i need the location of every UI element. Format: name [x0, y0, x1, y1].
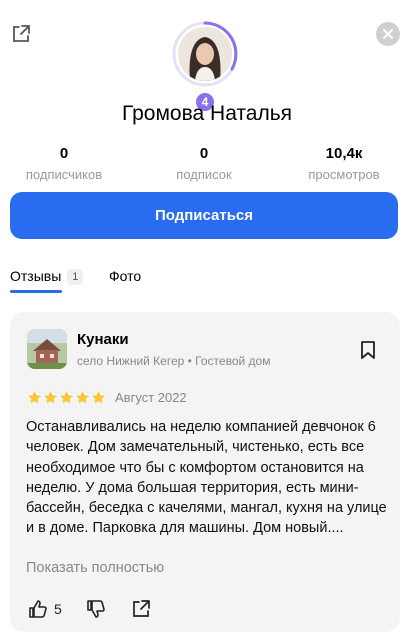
like-button[interactable]: 5	[28, 598, 62, 620]
tab-count-badge: 1	[67, 269, 84, 286]
avatar[interactable]: 4	[172, 21, 238, 113]
tab-label: Отзывы	[10, 268, 62, 284]
review-card: Кунаки село Нижний Кегер • Гостевой дом …	[10, 312, 400, 632]
place-name[interactable]: Кунаки	[77, 331, 129, 348]
like-count: 5	[54, 601, 62, 617]
show-more-link[interactable]: Показать полностью	[26, 560, 164, 576]
stat-label: просмотров	[308, 167, 380, 182]
review-actions: 5	[28, 598, 228, 620]
place-meta: село Нижний Кегер • Гостевой дом	[77, 354, 271, 368]
external-link-icon[interactable]	[10, 23, 32, 45]
avatar-photo	[178, 27, 232, 81]
tab-photos[interactable]: Фото	[109, 266, 141, 286]
review-text: Останавливались на неделю компанией девч…	[26, 419, 387, 537]
close-button[interactable]	[376, 22, 400, 46]
share-button[interactable]	[131, 598, 151, 620]
rating-stars	[27, 390, 106, 405]
close-icon	[383, 29, 393, 39]
stat-label: подписок	[176, 167, 232, 182]
active-tab-indicator	[10, 290, 62, 293]
star-icon	[60, 391, 73, 404]
thumbs-down-icon	[87, 600, 105, 618]
star-icon	[44, 391, 57, 404]
thumbs-up-icon	[29, 600, 47, 618]
star-icon	[92, 391, 105, 404]
tab-reviews[interactable]: Отзывы 1	[10, 266, 84, 286]
review-date: Август 2022	[115, 390, 187, 405]
tabs: Отзывы 1 Фото	[10, 266, 404, 296]
star-icon	[76, 391, 89, 404]
stat-label: подписчиков	[25, 167, 103, 182]
dislike-button[interactable]	[86, 598, 106, 620]
stat-value: 0	[59, 145, 69, 162]
profile-name: Громова Наталья	[121, 102, 293, 125]
share-icon	[133, 600, 150, 617]
bookmark-icon[interactable]	[360, 340, 376, 360]
stat-following[interactable]: 0 подписок	[144, 144, 264, 182]
place-thumbnail[interactable]	[27, 329, 67, 369]
subscribe-button[interactable]: Подписаться	[10, 192, 398, 239]
tab-label: Фото	[109, 268, 142, 284]
stat-followers[interactable]: 0 подписчиков	[4, 144, 124, 182]
stat-value: 0	[199, 145, 209, 162]
stat-value: 10,4к	[325, 145, 363, 162]
stat-views: 10,4к просмотров	[284, 144, 404, 182]
star-icon	[28, 391, 41, 404]
